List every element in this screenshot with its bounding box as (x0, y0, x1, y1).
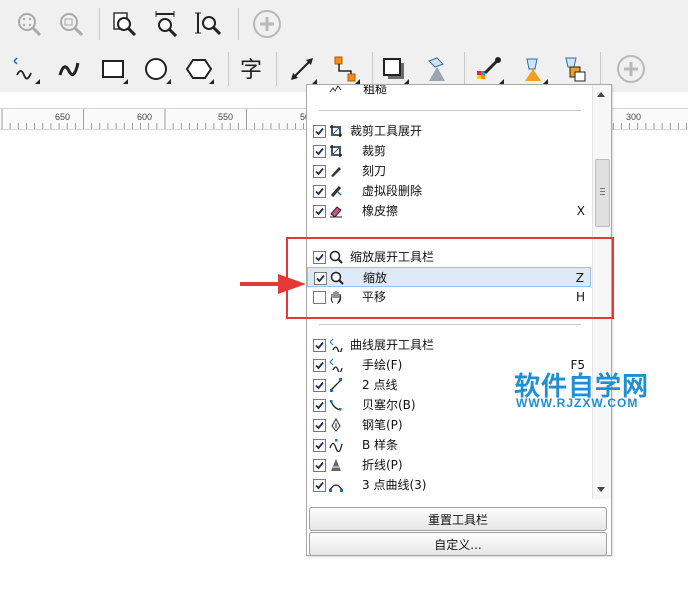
bezier-icon (328, 397, 344, 413)
crop-icon (328, 143, 344, 159)
list-item-label: 折线(P) (362, 458, 403, 472)
checked-checkbox[interactable] (313, 459, 326, 472)
checked-checkbox[interactable] (313, 379, 326, 392)
toolbar-separator (600, 52, 601, 86)
toolbar-customize-panel: 粗糙 裁剪工具展开 裁剪 刻刀 虚拟段删除 橡皮擦 X 缩放展开工具栏 缩放 Z 平移 H 曲线展… (306, 84, 612, 556)
toolbar-separator (276, 52, 277, 86)
list-item-label: 裁剪工具展开 (350, 124, 423, 138)
list-item[interactable]: 刻刀 (307, 161, 591, 181)
eraser-icon (328, 203, 344, 219)
checked-checkbox[interactable] (313, 439, 326, 452)
highlight-box (286, 237, 614, 319)
zoom-selected-icon[interactable] (54, 7, 88, 41)
list-item[interactable]: 3 点曲线(3) (307, 475, 591, 495)
ruler-label: 300 (626, 112, 642, 122)
list-item-label: 2 点线 (362, 378, 398, 392)
scroll-down-icon[interactable] (597, 487, 605, 492)
ellipse-icon[interactable] (139, 52, 173, 86)
list-item-label: 曲线展开工具栏 (350, 338, 435, 352)
three-point-curve-icon (328, 477, 344, 493)
eyedropper-icon[interactable] (472, 52, 506, 86)
toolbar-separator (372, 52, 373, 86)
b-spline-icon (328, 437, 344, 453)
list-item[interactable]: 折线(P) (307, 455, 591, 475)
scroll-up-icon[interactable] (597, 92, 605, 97)
list-item-label: 裁剪 (362, 144, 387, 158)
list-item-label: 钢笔(P) (362, 418, 403, 432)
list-item-label: 贝塞尔(B) (362, 398, 416, 412)
checked-checkbox[interactable] (313, 399, 326, 412)
two-point-line-icon (328, 377, 344, 393)
list-item-label: 刻刀 (362, 164, 387, 178)
add-tool-icon[interactable] (614, 52, 648, 86)
shortcut-key: X (576, 204, 585, 218)
list-item[interactable]: 裁剪工具展开 (307, 121, 591, 141)
list-item-label: 粗糙 (363, 85, 388, 96)
ruler-label: 600 (137, 112, 153, 122)
list-item[interactable]: 裁剪 (307, 141, 591, 161)
roughen-icon (328, 85, 344, 97)
zoom-page-icon[interactable] (107, 7, 141, 41)
connector-icon[interactable] (328, 52, 362, 86)
standard-toolbar (0, 0, 688, 48)
dimension-icon[interactable] (285, 52, 319, 86)
toolbar-separator (228, 52, 229, 86)
zoom-page-height-icon[interactable] (191, 7, 225, 41)
checked-checkbox[interactable] (313, 479, 326, 492)
curve-icon (328, 337, 344, 353)
interactive-fill-icon[interactable] (516, 52, 550, 86)
checked-checkbox[interactable] (313, 205, 326, 218)
svg-text:字: 字 (240, 58, 262, 83)
checked-checkbox[interactable] (313, 185, 326, 198)
knife-icon (328, 163, 344, 179)
checked-checkbox[interactable] (313, 145, 326, 158)
crop-icon (328, 123, 344, 139)
zoom-fit-icon[interactable] (12, 7, 46, 41)
list-item[interactable]: 曲线展开工具栏 (307, 335, 591, 355)
ruler-label: 550 (218, 112, 234, 122)
pen-icon (328, 417, 344, 433)
list-item[interactable]: 粗糙 (307, 85, 591, 99)
zoom-page-width-icon[interactable] (149, 7, 183, 41)
freehand-icon (328, 357, 344, 373)
menu-divider (319, 110, 581, 111)
text-tool-icon[interactable]: 字 (234, 52, 268, 86)
checked-checkbox[interactable] (313, 339, 326, 352)
menu-divider (319, 324, 581, 325)
list-item-label: 虚拟段删除 (362, 184, 423, 198)
list-item-label: B 样条 (362, 438, 399, 452)
reset-toolbar-button[interactable]: 重置工具栏 (309, 507, 607, 531)
checked-checkbox[interactable] (313, 165, 326, 178)
watermark-url: WWW.RJZXW.COM (516, 396, 639, 410)
polygon-icon[interactable] (182, 52, 216, 86)
checked-checkbox[interactable] (313, 419, 326, 432)
smart-draw-icon[interactable] (52, 52, 86, 86)
list-item[interactable]: 虚拟段删除 (307, 181, 591, 201)
virtual-segment-delete-icon (328, 183, 344, 199)
drop-shadow-icon[interactable] (377, 52, 411, 86)
transparency-icon[interactable] (420, 52, 454, 86)
list-item[interactable]: 钢笔(P) (307, 415, 591, 435)
list-item-label: 橡皮擦 (362, 204, 399, 218)
checked-checkbox[interactable] (313, 125, 326, 138)
ruler-label: 650 (55, 112, 71, 122)
toolbar-separator (99, 8, 100, 40)
polyline-icon (328, 457, 344, 473)
smart-fill-icon[interactable] (557, 52, 591, 86)
list-item-label: 3 点曲线(3) (362, 478, 427, 492)
rectangle-icon[interactable] (96, 52, 130, 86)
toolbar-separator (464, 52, 465, 86)
toolbar-separator (238, 8, 239, 40)
freehand-icon[interactable] (8, 52, 42, 86)
list-item-label: 手绘(F) (362, 358, 403, 372)
add-tool-icon[interactable] (250, 7, 284, 41)
scrollbar-thumb[interactable] (595, 159, 610, 227)
customize-button[interactable]: 自定义... (309, 532, 607, 556)
list-item[interactable]: B 样条 (307, 435, 591, 455)
list-item[interactable]: 橡皮擦 X (307, 201, 591, 221)
pointer-arrow-icon (240, 274, 306, 294)
checked-checkbox[interactable] (313, 359, 326, 372)
